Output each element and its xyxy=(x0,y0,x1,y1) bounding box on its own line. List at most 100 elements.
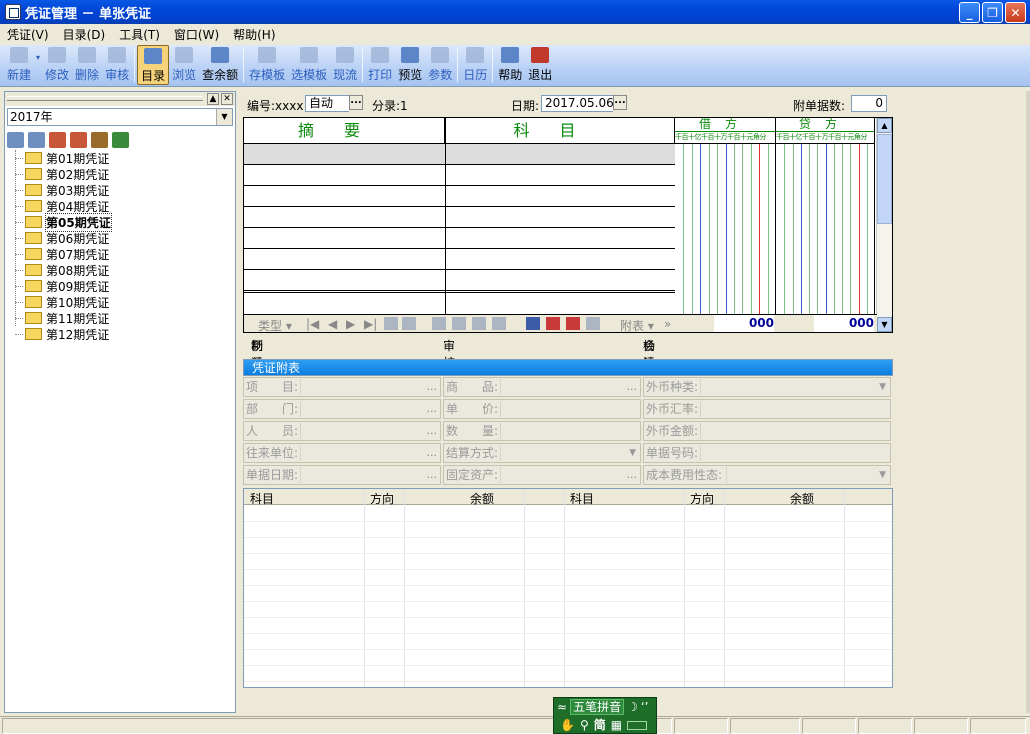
attachment-field-value[interactable] xyxy=(300,423,440,439)
add-row-icon[interactable] xyxy=(566,317,580,330)
restore-button[interactable]: ❐ xyxy=(982,2,1003,23)
next-record-icon[interactable]: ▶ xyxy=(346,317,355,331)
row-tool-2-icon[interactable] xyxy=(452,317,466,330)
ime-keyboard-icon[interactable] xyxy=(627,720,648,730)
chevron-down-icon[interactable]: ▼ xyxy=(216,109,232,125)
chevron-down-icon[interactable]: ▼ xyxy=(629,444,636,462)
row-tool-4-icon[interactable] xyxy=(492,317,506,330)
menu-window[interactable]: 窗口(W) xyxy=(167,26,226,43)
archive-icon[interactable] xyxy=(91,132,108,148)
attachment-field[interactable]: 外币种类: ▼ xyxy=(643,377,891,397)
table-row[interactable] xyxy=(244,228,675,249)
delete-row-icon[interactable] xyxy=(546,317,560,330)
balance-button[interactable]: 查余额 xyxy=(199,45,241,85)
new-dropdown-button[interactable]: ▾ xyxy=(34,45,42,85)
ime-menu-icon[interactable]: ≈ xyxy=(557,698,567,716)
tree-item-period-8[interactable]: 第08期凭证 xyxy=(5,262,235,278)
year-select[interactable]: 2017年 ▼ xyxy=(7,108,233,126)
chevron-down-icon[interactable]: ▼ xyxy=(879,466,886,484)
lookup-button[interactable]: ... xyxy=(427,400,438,418)
tree-item-period-3[interactable]: 第03期凭证 xyxy=(5,182,235,198)
ime-punctuation-icon[interactable]: ‘’ xyxy=(641,698,649,716)
lookup-button[interactable]: ... xyxy=(627,466,638,484)
more-tools-icon[interactable]: » xyxy=(664,317,671,331)
attachment-field[interactable]: 单据号码: xyxy=(643,443,891,463)
add-period-icon[interactable] xyxy=(49,132,66,148)
row-tool-1-icon[interactable] xyxy=(432,317,446,330)
browse-button[interactable]: 浏览 xyxy=(169,45,199,85)
attachment-field[interactable]: 单 价: xyxy=(443,399,641,419)
attachment-field-value[interactable] xyxy=(500,467,640,483)
audit-button[interactable]: 审核 xyxy=(102,45,132,85)
last-record-icon[interactable]: ▶| xyxy=(364,317,377,331)
lookup-button[interactable]: ... xyxy=(427,422,438,440)
ime-halfwidth-icon[interactable]: ☽ xyxy=(627,698,638,716)
attach-count-field[interactable]: 0 xyxy=(851,95,887,112)
tree-item-period-6[interactable]: 第06期凭证 xyxy=(5,230,235,246)
scroll-down-icon[interactable]: ▼ xyxy=(877,317,892,332)
print-button[interactable]: 打印 xyxy=(365,45,395,85)
attachment-field-value[interactable] xyxy=(700,401,890,417)
new-button[interactable]: 新建 xyxy=(4,45,34,85)
chevron-down-icon[interactable]: ▼ xyxy=(879,378,886,396)
attachment-field[interactable]: 部 门:... xyxy=(243,399,441,419)
attachment-field-value[interactable] xyxy=(500,401,640,417)
ime-grid-icon[interactable]: ▦ xyxy=(611,716,622,734)
attachment-field[interactable]: 结算方式: ▼ xyxy=(443,443,641,463)
help-button[interactable]: 帮助 xyxy=(495,45,525,85)
scroll-up-icon[interactable]: ▲ xyxy=(877,118,892,133)
insert-row-icon[interactable] xyxy=(384,317,398,330)
menu-voucher[interactable]: 凭证(V) xyxy=(0,26,56,43)
attachment-field[interactable]: 数 量: xyxy=(443,421,641,441)
attachment-field[interactable]: 往来单位:... xyxy=(243,443,441,463)
lookup-button[interactable]: ... xyxy=(427,466,438,484)
auto-number-button[interactable]: ... xyxy=(349,95,363,110)
attachment-field-value[interactable] xyxy=(700,379,890,395)
ime-mode[interactable]: 五笔拼音 xyxy=(570,699,625,715)
table-row[interactable] xyxy=(244,186,675,207)
attachment-field[interactable]: 外币金额: xyxy=(643,421,891,441)
menu-tools[interactable]: 工具(T) xyxy=(112,26,167,43)
remove-period-icon[interactable] xyxy=(70,132,87,148)
detail-view-icon[interactable] xyxy=(28,132,45,148)
ime-hand-icon[interactable]: ✋ xyxy=(560,716,575,734)
tree-item-period-4[interactable]: 第04期凭证 xyxy=(5,198,235,214)
params-button[interactable]: 参数 xyxy=(425,45,455,85)
tree-item-period-7[interactable]: 第07期凭证 xyxy=(5,246,235,262)
tree-item-period-12[interactable]: 第12期凭证 xyxy=(5,326,235,342)
attachment-field-value[interactable] xyxy=(500,423,640,439)
tree-item-period-2[interactable]: 第02期凭证 xyxy=(5,166,235,182)
attachment-field-value[interactable] xyxy=(300,445,440,461)
panel-grip[interactable] xyxy=(7,96,203,101)
lookup-button[interactable]: ... xyxy=(427,444,438,462)
attachment-field-value[interactable] xyxy=(500,445,640,461)
attachment-field-value[interactable] xyxy=(700,445,890,461)
attachment-field-value[interactable] xyxy=(500,379,640,395)
first-record-icon[interactable]: |◀ xyxy=(306,317,319,331)
table-row[interactable] xyxy=(244,144,675,165)
menu-help[interactable]: 帮助(H) xyxy=(226,26,282,43)
attachment-field[interactable]: 人 员:... xyxy=(243,421,441,441)
attachment-field[interactable]: 项 目:... xyxy=(243,377,441,397)
save-icon[interactable] xyxy=(526,317,540,330)
tree-item-period-9[interactable]: 第09期凭证 xyxy=(5,278,235,294)
attachment-field[interactable]: 外币汇率: xyxy=(643,399,891,419)
attachment-field[interactable]: 固定资产:... xyxy=(443,465,641,485)
minimize-button[interactable]: _ xyxy=(959,2,980,23)
close-button[interactable]: ✕ xyxy=(1005,2,1026,23)
delete-button[interactable]: 删除 xyxy=(72,45,102,85)
copy-row-icon[interactable] xyxy=(402,317,416,330)
catalog-button[interactable]: 目录 xyxy=(137,45,170,85)
calendar-button[interactable]: 日历 xyxy=(460,45,490,85)
grid-scrollbar[interactable]: ▲ ▼ xyxy=(876,118,892,332)
attach-table-dropdown[interactable]: 附表 ▾ xyxy=(620,317,654,334)
prev-record-icon[interactable]: ◀ xyxy=(328,317,337,331)
tree-item-period-11[interactable]: 第11期凭证 xyxy=(5,310,235,326)
refresh-icon[interactable] xyxy=(112,132,129,148)
table-row[interactable] xyxy=(244,165,675,186)
ime-search-icon[interactable]: ⚲ xyxy=(580,716,589,734)
save-template-button[interactable]: 存模板 xyxy=(246,45,288,85)
menu-catalog[interactable]: 目录(D) xyxy=(56,26,113,43)
list-view-icon[interactable] xyxy=(7,132,24,148)
lookup-button[interactable]: ... xyxy=(627,378,638,396)
